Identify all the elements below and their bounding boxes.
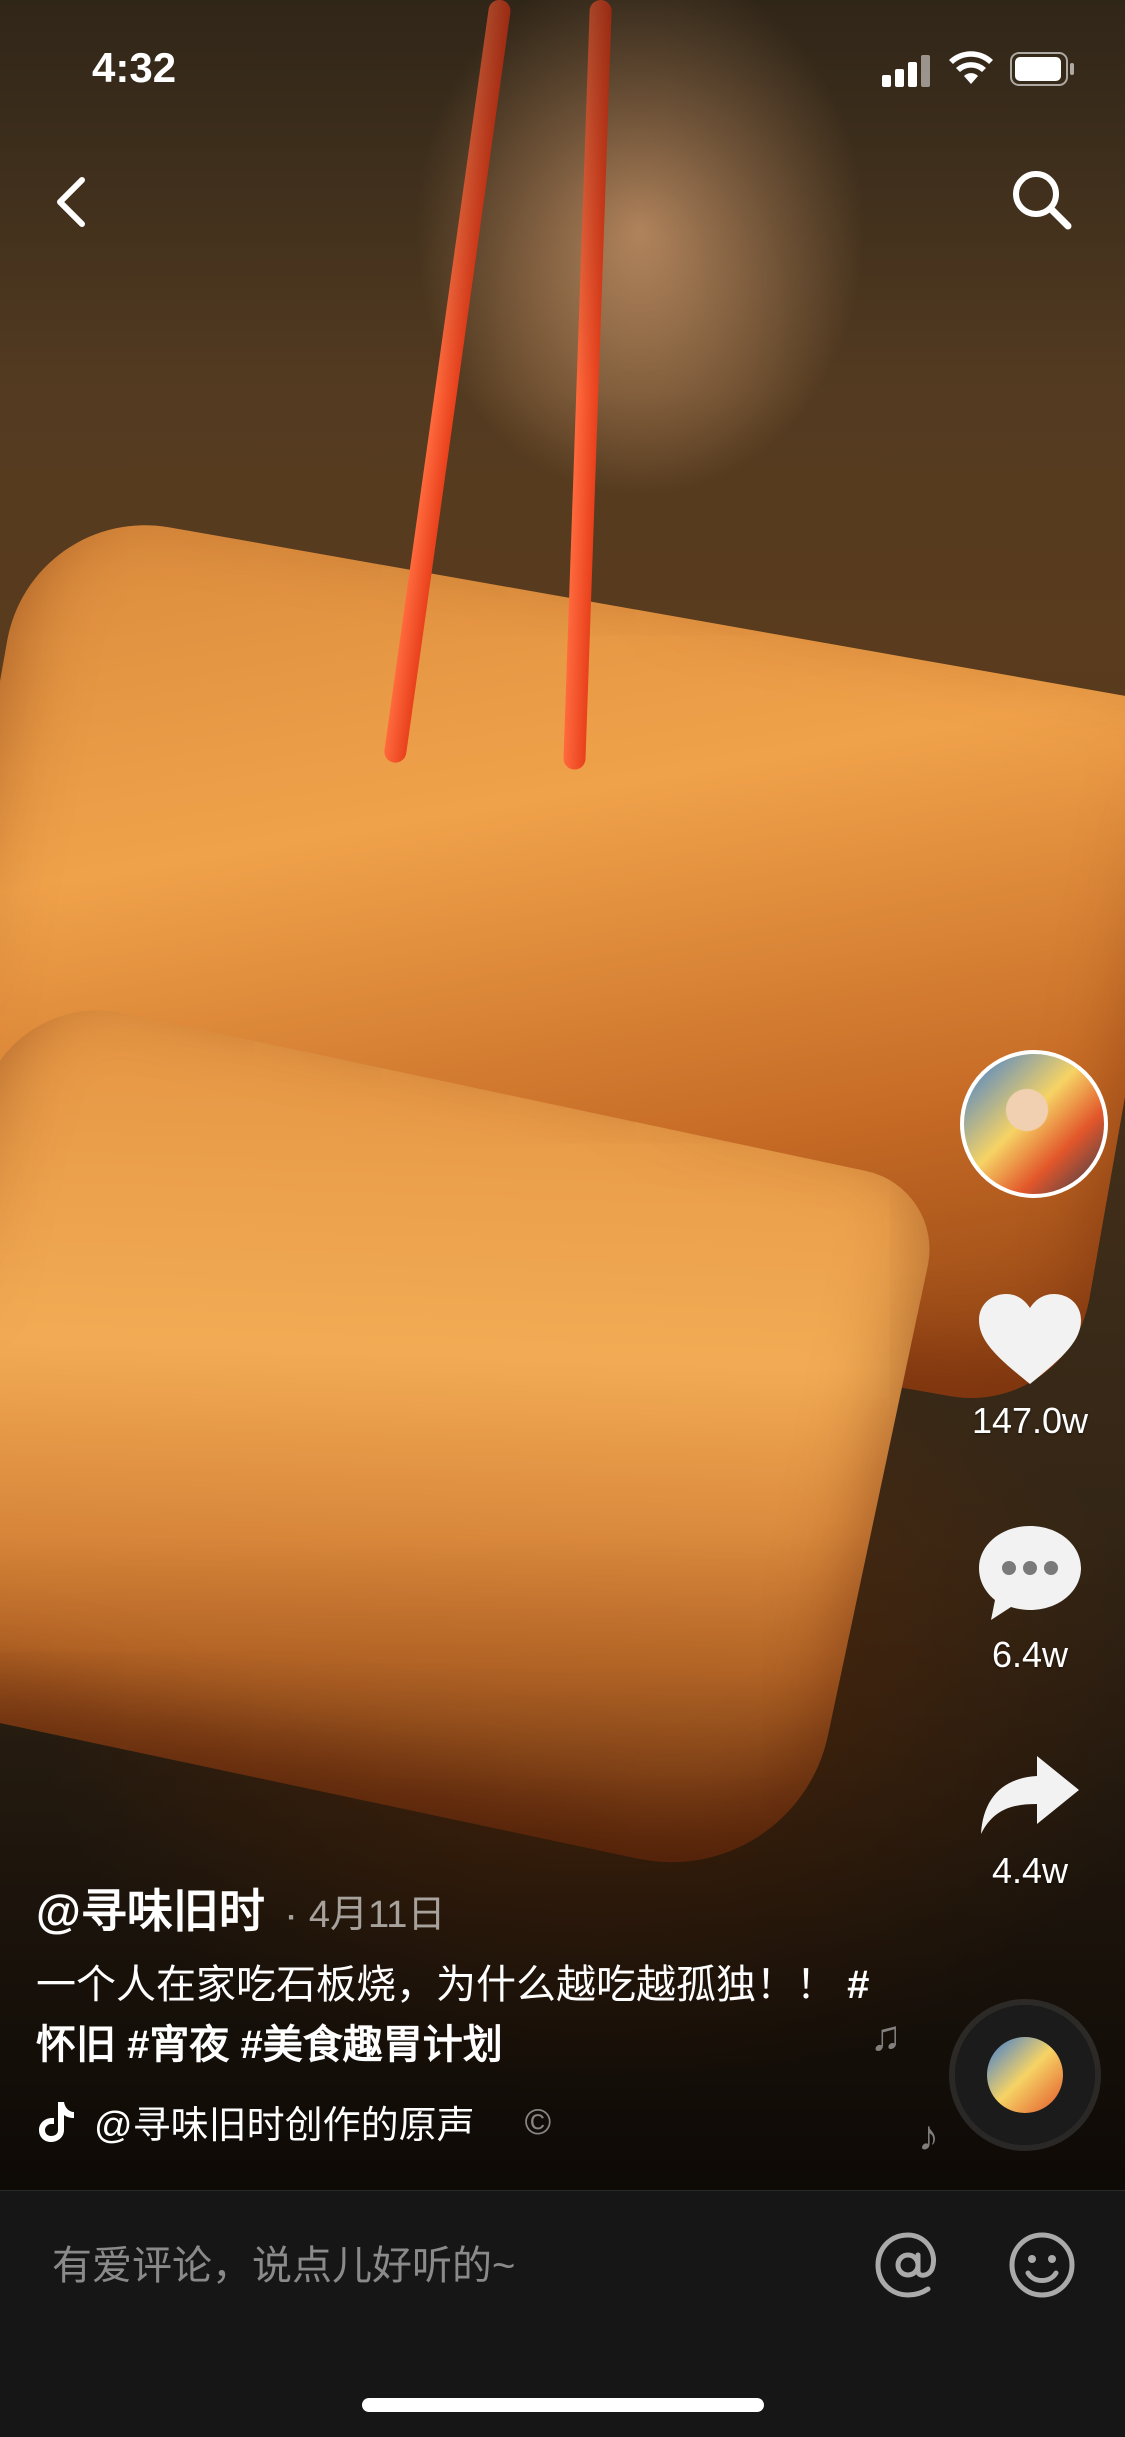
music-title: @寻味旧时创作的原声 [94, 2105, 475, 2147]
video-description: 一个人在家吃石板烧，为什么越吃越孤独！！ #怀旧 #宵夜 #美食趣胃计划 [36, 1955, 876, 2075]
heart-icon [979, 1294, 1081, 1384]
author-handle[interactable]: @寻味旧时 [36, 1875, 265, 1941]
battery-icon [1010, 52, 1074, 86]
music-loop-icon: © [524, 2100, 552, 2142]
emoji-icon[interactable] [1006, 2229, 1078, 2301]
comment-count: 6.4w [991, 1634, 1069, 1675]
like-count: 147.0w [971, 1400, 1089, 1441]
floating-note-icon: ♪ [918, 2112, 939, 2159]
music-disc-cover [987, 2037, 1063, 2113]
hashtag-link[interactable]: #宵夜 [127, 2023, 229, 2067]
author-avatar[interactable] [960, 1050, 1108, 1198]
at-icon[interactable] [872, 2229, 944, 2301]
floating-note-icon: ♫ [870, 2012, 902, 2059]
video-caption: @寻味旧时 · 4月11日 一个人在家吃石板烧，为什么越吃越孤独！！ #怀旧 #… [36, 1875, 876, 2075]
comment-input[interactable]: 有爱评论，说点儿好听的~ [52, 2233, 515, 2291]
status-bar: 4:32 [0, 0, 1125, 130]
description-text: 一个人在家吃石板烧，为什么越吃越孤独！！ [36, 1963, 836, 2007]
separator-dot: · [286, 1901, 297, 1934]
top-nav [0, 150, 1125, 250]
search-icon[interactable] [1006, 164, 1076, 234]
status-time: 4:32 [92, 44, 177, 91]
post-date: 4月11日 [308, 1894, 446, 1936]
hashtag-link[interactable]: #美食趣胃计划 [241, 2023, 503, 2067]
home-indicator[interactable] [362, 2398, 764, 2412]
music-disc[interactable] [955, 2005, 1095, 2145]
share-count: 4.4w [991, 1850, 1069, 1891]
comment-button[interactable]: 6.4w [940, 1520, 1120, 1676]
tiktok-note-icon [39, 2101, 74, 2142]
share-icon [981, 1756, 1079, 1834]
cellular-signal-icon [882, 55, 934, 87]
back-icon[interactable] [44, 172, 104, 232]
share-button[interactable]: 4.4w [940, 1750, 1120, 1892]
wifi-icon [949, 51, 993, 84]
like-button[interactable]: 147.0w [940, 1290, 1120, 1442]
comment-icon [979, 1526, 1081, 1620]
music-info[interactable]: @寻味旧时创作的原声 © [36, 2094, 551, 2149]
